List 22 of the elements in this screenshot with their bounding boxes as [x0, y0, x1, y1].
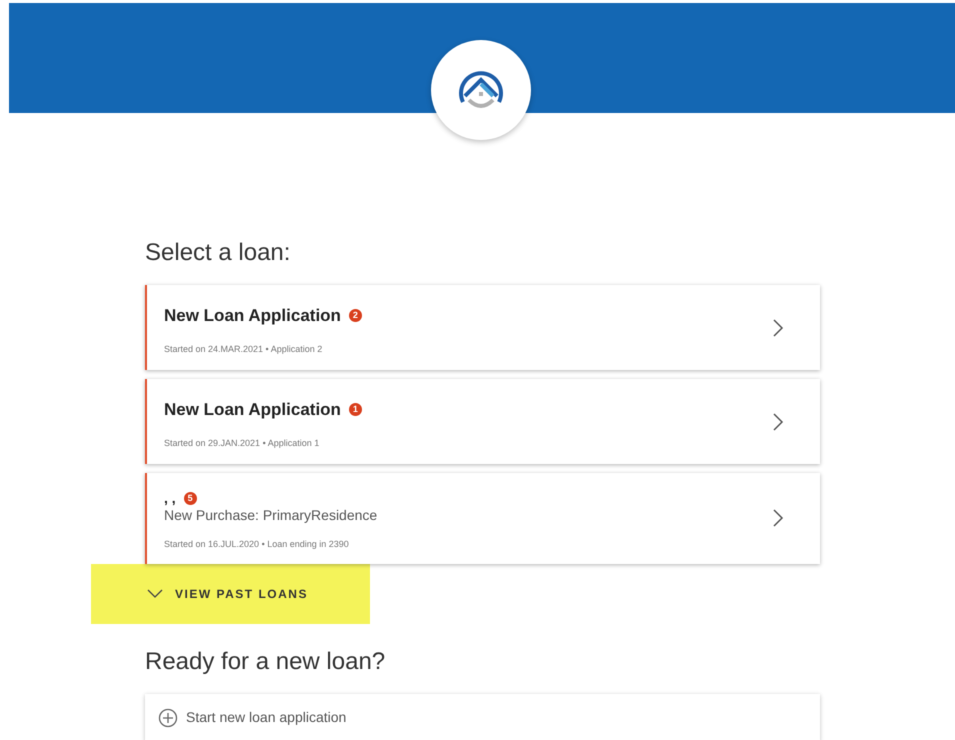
- loan-title: New Loan Application: [164, 305, 341, 327]
- count-badge: 1: [348, 403, 362, 416]
- loan-meta: Started on 29.JAN.2021 • Application 1: [164, 436, 320, 450]
- loan-card[interactable]: New Loan Application 2 Started on 24.MAR.2021 • Application 2: [145, 285, 820, 370]
- loan-meta: Started on 24.MAR.2021 • Application 2: [164, 342, 324, 356]
- chevron-right-icon: [772, 412, 784, 432]
- start-new-loan-button[interactable]: Start new loan application: [145, 694, 820, 740]
- chevron-right-icon: [772, 318, 784, 338]
- section-title: Ready for a new loan?: [145, 646, 386, 676]
- count-badge: 5: [184, 492, 197, 504]
- section-title: Select a loan:: [145, 238, 292, 268]
- loan-meta: Started on 16.JUL.2020 • Loan ending in 2390: [164, 538, 350, 551]
- loan-title: New Loan Application: [164, 399, 341, 421]
- count-badge: 2: [348, 309, 362, 322]
- loan-subtitle: New Purchase: PrimaryResidence: [164, 506, 378, 525]
- chevron-down-icon: [147, 589, 163, 598]
- view-past-loans-button[interactable]: VIEW PAST LOANS: [91, 564, 370, 624]
- plus-circle-icon: [158, 708, 178, 728]
- loan-card[interactable]: New Loan Application 1 Started on 29.JAN.2021 • Application 1: [145, 379, 820, 464]
- chevron-right-icon: [772, 508, 784, 528]
- loan-card[interactable]: , , 5 New Purchase: PrimaryResidence Started on 16.JUL.2020 • Loan ending in 2390: [145, 473, 820, 564]
- loan-title: , ,: [164, 491, 176, 505]
